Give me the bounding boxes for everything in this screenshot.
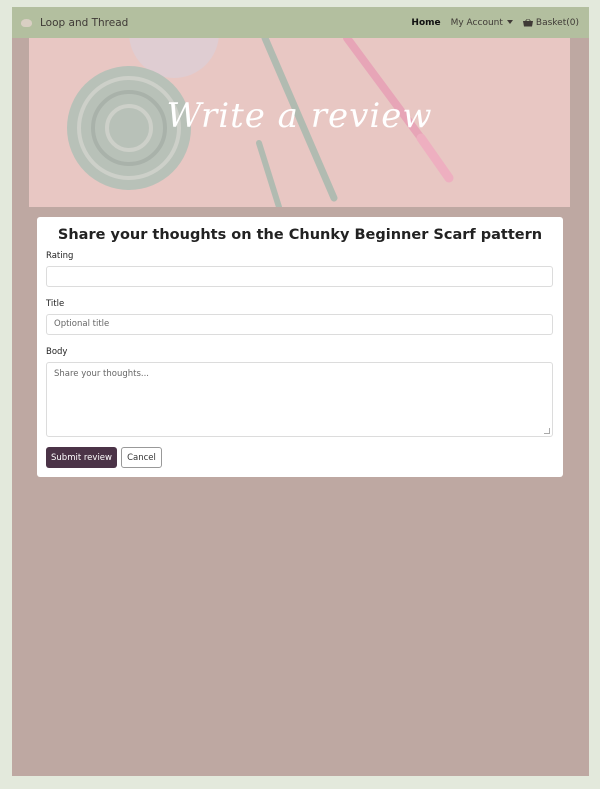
nav-my-account-label: My Account (450, 17, 503, 28)
body-textarea[interactable]: Share your thoughts... (46, 362, 553, 437)
page-frame: Loop and Thread Home My Account Basket(0… (12, 7, 589, 776)
cancel-button[interactable]: Cancel (121, 447, 162, 468)
body-label: Body (46, 347, 68, 357)
nav-my-account-dropdown[interactable]: My Account (451, 18, 513, 28)
hero-banner: Write a review (29, 38, 570, 207)
yarn-logo-icon (21, 18, 32, 27)
rating-label: Rating (46, 251, 74, 261)
brand-name: Loop and Thread (40, 16, 129, 29)
brand-link[interactable]: Loop and Thread (21, 17, 128, 29)
submit-review-button[interactable]: Submit review (46, 447, 117, 468)
title-input[interactable]: Optional title (46, 314, 553, 335)
caret-down-icon (506, 20, 513, 24)
nav-basket-link[interactable]: Basket(0) (522, 17, 579, 28)
review-form-card: Share your thoughts on the Chunky Beginn… (37, 217, 563, 477)
nav-menu: Home My Account Basket(0) (411, 18, 579, 28)
title-label: Title (46, 299, 65, 309)
navbar: Loop and Thread Home My Account Basket(0… (12, 7, 589, 38)
rating-field[interactable] (46, 266, 553, 287)
review-form-heading: Share your thoughts on the Chunky Beginn… (57, 227, 543, 243)
resize-handle-icon[interactable] (544, 428, 550, 434)
hero-title: Write a review (166, 96, 433, 136)
nav-home-link[interactable]: Home (411, 18, 440, 28)
body-placeholder: Share your thoughts... (54, 369, 150, 379)
nav-basket-label: Basket(0) (535, 17, 579, 28)
basket-icon (522, 18, 533, 26)
